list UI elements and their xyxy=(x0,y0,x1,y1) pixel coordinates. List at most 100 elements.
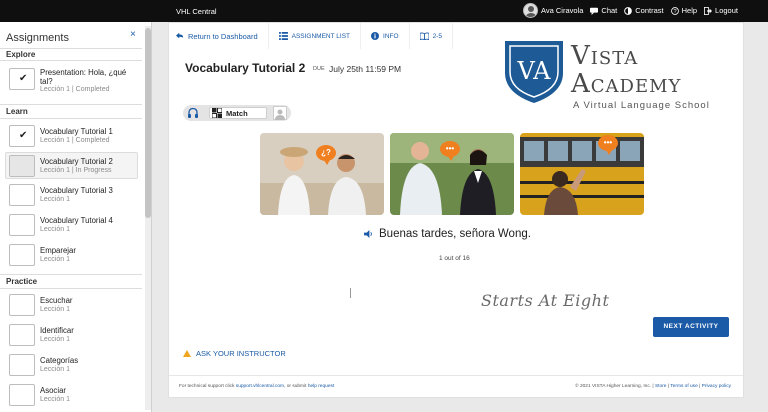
contrast-icon xyxy=(624,6,633,15)
divider xyxy=(0,48,142,49)
text-cursor xyxy=(350,288,351,298)
help-link[interactable]: ? Help xyxy=(670,6,698,15)
divider xyxy=(0,60,142,61)
svg-text:VA: VA xyxy=(516,57,551,85)
logo-line-2: Academy xyxy=(571,69,682,99)
info-label: INFO xyxy=(383,32,399,40)
next-activity-button[interactable]: NEXT ACTIVITY xyxy=(653,317,729,337)
section-practice: Practice xyxy=(6,277,38,286)
list-icon xyxy=(278,32,288,40)
help-request-link[interactable]: help request xyxy=(308,384,334,389)
sidebar-item-categorias[interactable]: Categorías Lección 1 xyxy=(6,352,138,379)
headphones-icon[interactable] xyxy=(187,107,199,119)
ask-instructor-link[interactable]: ASK YOUR INSTRUCTOR xyxy=(183,349,286,358)
help-label: Help xyxy=(681,6,698,15)
sidebar-item-identificar[interactable]: Identificar Lección 1 xyxy=(6,322,138,349)
top-bar-actions: Ava Ciravola Chat Contrast ? Help Logout xyxy=(523,3,738,18)
vocab-image-1[interactable]: ¿? xyxy=(260,133,384,215)
store-link[interactable]: Store xyxy=(655,384,666,389)
watermark-text: Starts At Eight xyxy=(481,291,610,310)
sidebar-item-title: Asociar xyxy=(40,386,66,395)
copyright-footer: © 2021 VISTA Higher Learning, Inc. | Sto… xyxy=(575,384,731,389)
top-bar: VHL Central Ava Ciravola Chat Contrast ?… xyxy=(0,0,768,22)
info-button[interactable]: INFO xyxy=(361,23,410,49)
terms-link[interactable]: Terms of use xyxy=(670,384,697,389)
vista-academy-logo: VA Vista Academy A Virtual Language Scho… xyxy=(503,39,728,113)
page-reference-button[interactable]: 2-5 xyxy=(410,23,453,49)
person-mode-button[interactable] xyxy=(273,106,287,120)
privacy-link[interactable]: Privacy policy xyxy=(702,384,731,389)
scrollbar-thumb[interactable] xyxy=(145,28,151,218)
support-footer: For technical support click support.vhlc… xyxy=(179,384,334,389)
user-name[interactable]: Ava Ciravola xyxy=(541,6,583,15)
close-icon[interactable]: × xyxy=(130,29,136,40)
sidebar-scrollbar[interactable] xyxy=(145,26,151,410)
progress-counter: 1 out of 16 xyxy=(439,255,470,262)
mode-switch[interactable]: Match xyxy=(183,105,291,121)
sidebar-item-title: Emparejar xyxy=(40,246,76,255)
sidebar-item-status: Lección 1 | Completed xyxy=(40,86,110,93)
divider xyxy=(0,104,142,105)
avatar[interactable] xyxy=(523,3,539,18)
vocab-image-2[interactable]: ••• xyxy=(390,133,514,215)
vocab-phrase-text: Buenas tardes, señora Wong. xyxy=(379,228,531,240)
contrast-toggle[interactable]: Contrast xyxy=(624,6,664,15)
speaker-icon[interactable] xyxy=(364,230,373,238)
completion-checkbox: ✔ xyxy=(9,68,35,90)
sidebar-item-vocab-3[interactable]: Vocabulary Tutorial 3 Lección 1 xyxy=(6,182,138,209)
book-icon xyxy=(419,32,429,40)
due-date: July 25th 11:59 PM xyxy=(329,64,402,74)
sidebar-item-asociar[interactable]: Asociar Lección 1 xyxy=(6,382,138,409)
copyright-text: © 2021 VISTA Higher Learning, Inc. | xyxy=(575,384,654,389)
sidebar-item-vocab-4[interactable]: Vocabulary Tutorial 4 Lección 1 xyxy=(6,212,138,239)
support-link[interactable]: support.vhlcentral.com xyxy=(236,384,284,389)
vocab-image-3[interactable]: ••• xyxy=(520,133,644,215)
ask-instructor-label: ASK YOUR INSTRUCTOR xyxy=(196,349,286,358)
section-learn: Learn xyxy=(6,107,28,116)
contrast-label: Contrast xyxy=(635,6,664,15)
divider xyxy=(0,118,142,119)
match-label: Match xyxy=(226,108,248,118)
section-explore: Explore xyxy=(6,50,36,59)
warning-icon xyxy=(183,350,191,357)
sidebar-item-title: Categorías xyxy=(40,356,79,365)
sidebar-item-escuchar[interactable]: Escuchar Lección 1 xyxy=(6,292,138,319)
sidebar-item-presentation[interactable]: ✔ Presentation: Hola, ¿qué tal? Lección … xyxy=(6,64,138,98)
chat-icon xyxy=(590,7,599,15)
completion-checkbox xyxy=(9,184,35,206)
page-reference-label: 2-5 xyxy=(432,32,442,40)
due-label: DUE xyxy=(313,66,325,72)
completion-checkbox xyxy=(9,354,35,376)
match-mode-button[interactable]: Match xyxy=(209,107,267,119)
logo-tagline: A Virtual Language School xyxy=(573,100,710,111)
completion-checkbox xyxy=(9,155,35,177)
activity-panel: Return to Dashboard ASSIGNMENT LIST INFO… xyxy=(168,22,744,398)
sidebar-item-title: Escuchar xyxy=(40,296,73,305)
logo-line-1: Vista xyxy=(571,41,639,71)
return-to-dashboard-link[interactable]: Return to Dashboard xyxy=(176,23,269,49)
assignment-list-button[interactable]: ASSIGNMENT LIST xyxy=(269,23,362,49)
chat-link[interactable]: Chat xyxy=(590,6,617,15)
return-label: Return to Dashboard xyxy=(188,31,258,41)
completion-checkbox xyxy=(9,324,35,346)
brand-label: VHL Central xyxy=(176,7,217,16)
speech-bubble-icon: ••• xyxy=(598,135,618,155)
assignments-sidebar: Assignments × Explore ✔ Presentation: Ho… xyxy=(0,22,152,412)
sidebar-item-title: Identificar xyxy=(40,326,74,335)
sidebar-item-status: Lección 1 xyxy=(40,256,70,263)
user-menu[interactable]: Ava Ciravola xyxy=(523,3,583,18)
sidebar-item-vocab-1[interactable]: ✔ Vocabulary Tutorial 1 Lección 1 | Comp… xyxy=(6,123,138,150)
check-icon: ✔ xyxy=(19,130,28,141)
logout-link[interactable]: Logout xyxy=(704,6,738,15)
grid-icon xyxy=(212,108,222,118)
school-bus-photo xyxy=(520,133,644,215)
completion-checkbox: ✔ xyxy=(9,125,35,147)
divider xyxy=(0,288,142,289)
logout-label: Logout xyxy=(715,6,738,15)
vocab-phrase: Buenas tardes, señora Wong. xyxy=(364,228,531,240)
sidebar-item-vocab-2[interactable]: Vocabulary Tutorial 2 Lección 1 | In Pro… xyxy=(5,152,138,179)
sidebar-item-emparejar[interactable]: Emparejar Lección 1 xyxy=(6,242,138,269)
completion-checkbox xyxy=(9,244,35,266)
back-arrow-icon xyxy=(176,32,184,39)
sidebar-item-title: Vocabulary Tutorial 1 xyxy=(40,127,113,136)
